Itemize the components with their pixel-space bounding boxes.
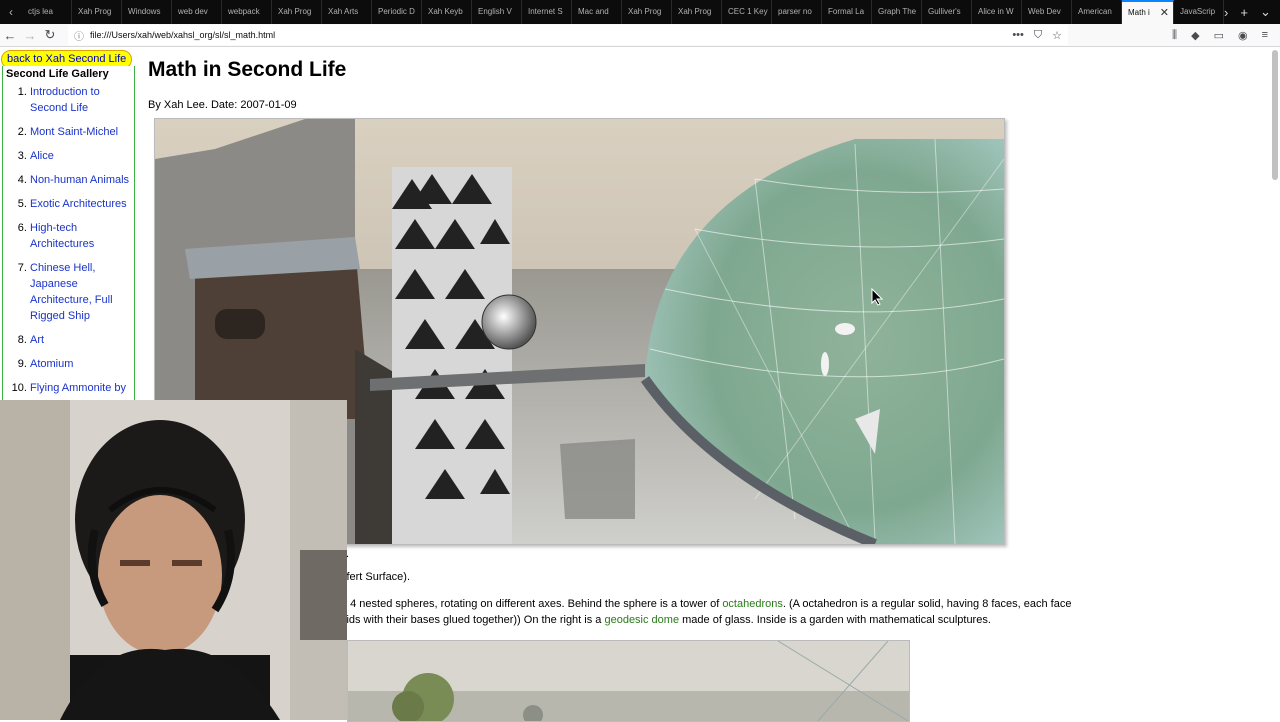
gallery-list-item: Alice [30, 148, 134, 164]
gallery-link[interactable]: High-tech Architectures [30, 222, 94, 250]
byline: By Xah Lee. Date: 2007-01-09 [148, 99, 297, 111]
gallery-list-item: Flying Ammonite by [30, 380, 134, 396]
bookmark-star-icon[interactable]: ☆ [1052, 29, 1062, 42]
webcam-presenter-image [0, 400, 347, 720]
reload-icon[interactable]: ↻ [40, 27, 60, 43]
octahedron-tower [392, 167, 512, 544]
caption-text: made of glass. Inside is a garden with m… [679, 614, 991, 626]
tab[interactable]: Mac and [572, 0, 622, 24]
url-text[interactable]: file:///Users/xah/web/xahsl_org/sl/sl_ma… [90, 30, 1012, 40]
tab[interactable]: Internet S [522, 0, 572, 24]
tab-active-label: Math i [1128, 8, 1150, 17]
gallery-link[interactable]: Non-human Animals [30, 174, 129, 186]
webcam-overlay [0, 400, 347, 720]
tab-bar: ‹ ctjs lea Xah Prog Windows web dev webp… [0, 0, 1280, 24]
tab[interactable]: English V [472, 0, 522, 24]
tab[interactable]: Xah Keyb [422, 0, 472, 24]
gallery-link[interactable]: Introduction to Second Life [30, 86, 100, 114]
gallery-link[interactable]: Alice [30, 150, 54, 162]
tab[interactable]: Alice in W [972, 0, 1022, 24]
tab[interactable]: JavaScrip [1174, 0, 1224, 24]
gallery-list-item: Atomium [30, 356, 134, 372]
info-icon[interactable]: ⓘ [74, 28, 84, 43]
caption-text: f 4 nested spheres, rotating on differen… [344, 598, 723, 610]
second-scene-image [347, 640, 910, 722]
tab-scroll-right-icon[interactable]: › [1224, 5, 1228, 20]
caption-paragraph-line: iids with their bases glued together)) O… [344, 614, 991, 626]
gallery-list-item: Non-human Animals [30, 172, 134, 188]
tab[interactable]: Web Dev [1022, 0, 1072, 24]
url-bar[interactable]: ⓘ file:///Users/xah/web/xahsl_org/sl/sl_… [68, 25, 1068, 45]
menu-icon[interactable]: ≡ [1262, 29, 1268, 42]
gallery-list-item: High-tech Architectures [30, 220, 134, 252]
page-actions-icon[interactable]: ••• [1012, 29, 1024, 42]
account-icon[interactable]: ◉ [1238, 29, 1248, 42]
nested-spheres [481, 294, 537, 350]
sidebar-toggle-icon[interactable]: ▭ [1214, 29, 1224, 42]
page-title: Math in Second Life [148, 58, 347, 81]
geodesic-dome-link[interactable]: geodesic dome [604, 614, 679, 626]
tab[interactable]: CEC 1 Key [722, 0, 772, 24]
page-scrollbar[interactable] [1272, 50, 1278, 180]
sidebar-title: Second Life Gallery [6, 68, 109, 80]
mouse-cursor-icon [871, 288, 883, 306]
gallery-link[interactable]: Atomium [30, 358, 73, 370]
new-tab-icon[interactable]: + [1240, 5, 1248, 20]
tab[interactable]: American [1072, 0, 1122, 24]
tab[interactable]: web dev [172, 0, 222, 24]
tab[interactable]: Xah Prog [72, 0, 122, 24]
tab[interactable]: Periodic D [372, 0, 422, 24]
library-icon[interactable]: ⫼ [1172, 29, 1177, 42]
gallery-link[interactable]: Chinese Hell, Japanese Architecture, Ful… [30, 262, 113, 322]
tab[interactable]: Xah Prog [622, 0, 672, 24]
tab[interactable]: parser no [772, 0, 822, 24]
gallery-list-item: Mont Saint-Michel [30, 124, 134, 140]
caption-paragraph-line: f 4 nested spheres, rotating on differen… [344, 598, 1071, 610]
gallery-link[interactable]: Mont Saint-Michel [30, 126, 118, 138]
tab[interactable]: Xah Prog [272, 0, 322, 24]
tab[interactable]: Windows [122, 0, 172, 24]
extension-icon[interactable]: ◆ [1191, 29, 1199, 42]
tab-scroll-left-icon[interactable]: ‹ [0, 0, 22, 24]
tab[interactable]: Formal La [822, 0, 872, 24]
gallery-link[interactable]: Flying Ammonite by [30, 382, 126, 394]
tab[interactable]: webpack [222, 0, 272, 24]
gallery-list-item: Art [30, 332, 134, 348]
caption-text: . (A octahedron is a regular solid, havi… [782, 598, 1072, 610]
gallery-list: Introduction to Second Life Mont Saint-M… [3, 84, 134, 396]
octahedrons-link[interactable]: octahedrons [722, 598, 783, 610]
tab[interactable]: ctjs lea [22, 0, 72, 24]
nav-bar: ← → ↻ ⓘ file:///Users/xah/web/xahsl_org/… [0, 24, 1280, 47]
gallery-list-item: Exotic Architectures [30, 196, 134, 212]
tab-active[interactable]: Math i ✕ [1122, 0, 1174, 24]
pocket-icon[interactable]: ⛉ [1034, 29, 1042, 42]
gallery-list-item: Introduction to Second Life [30, 84, 134, 116]
scene-illustration-2 [348, 641, 909, 721]
back-arrow-icon[interactable]: ← [0, 28, 20, 43]
tab[interactable]: Gulliver's [922, 0, 972, 24]
gallery-link[interactable]: Exotic Architectures [30, 198, 127, 210]
tab[interactable]: Graph The [872, 0, 922, 24]
forward-arrow-icon[interactable]: → [20, 28, 40, 43]
tab[interactable]: Xah Prog [672, 0, 722, 24]
close-tab-icon[interactable]: ✕ [1160, 2, 1169, 24]
gallery-sidebar: Second Life Gallery Introduction to Seco… [2, 66, 135, 407]
tab-list-icon[interactable]: ⌄ [1260, 4, 1271, 20]
gallery-link[interactable]: Art [30, 334, 44, 346]
caption-line: ifert Surface). [344, 571, 411, 583]
gallery-list-item: Chinese Hell, Japanese Architecture, Ful… [30, 260, 134, 324]
tab[interactable]: Xah Arts [322, 0, 372, 24]
caption-text: iids with their bases glued together)) O… [344, 614, 605, 626]
